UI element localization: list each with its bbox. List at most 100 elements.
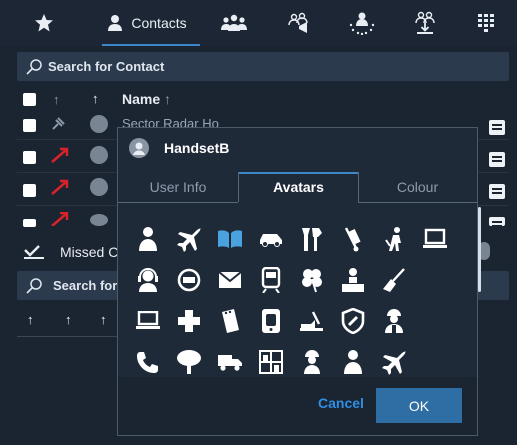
avatar xyxy=(90,214,108,226)
tree-icon xyxy=(177,350,201,374)
avatar xyxy=(90,178,108,196)
sort-up-arrow-icon[interactable]: ↑ xyxy=(100,312,107,327)
avatar-option[interactable] xyxy=(338,265,368,295)
dialog-footer: Cancel OK xyxy=(118,377,477,435)
hardhat-person-icon xyxy=(304,350,320,374)
row-checkbox[interactable] xyxy=(23,119,36,132)
broadcast-icon xyxy=(288,12,308,33)
person-icon xyxy=(139,227,157,251)
avatar-option[interactable] xyxy=(215,265,245,295)
tablet-icon xyxy=(262,309,280,333)
avatar-option[interactable] xyxy=(297,347,327,377)
tab-favorites[interactable] xyxy=(24,0,64,46)
cancel-button[interactable]: Cancel xyxy=(318,395,364,411)
checkmark-icon xyxy=(24,245,44,259)
avatar-option[interactable] xyxy=(133,347,163,377)
missed-call-icon xyxy=(51,147,69,163)
tab-broadcast[interactable] xyxy=(277,0,321,46)
missed-call-icon xyxy=(51,212,69,226)
shelves-icon xyxy=(259,350,283,374)
sort-up-arrow-icon[interactable]: ↑ xyxy=(53,92,60,107)
notepad-icon xyxy=(222,309,239,333)
tab-contacts[interactable]: Contacts xyxy=(90,0,204,46)
avatar-option[interactable] xyxy=(215,306,245,336)
avatar-option[interactable] xyxy=(215,224,245,254)
message-icon[interactable] xyxy=(489,152,505,167)
search-icon xyxy=(26,278,42,294)
groups-icon xyxy=(221,14,247,31)
avatar-option[interactable] xyxy=(379,347,409,377)
name-sort-arrow-icon: ↑ xyxy=(164,91,172,107)
contact-search-input[interactable]: Search for Contact xyxy=(17,52,509,81)
avatar-option[interactable] xyxy=(338,306,368,336)
avatar-option[interactable] xyxy=(256,306,286,336)
person-icon xyxy=(344,350,362,374)
cleaning-icon xyxy=(385,227,401,251)
missed-calls-label: Missed C xyxy=(60,244,119,260)
tab-dialpad[interactable] xyxy=(466,0,506,46)
avatar-option[interactable] xyxy=(297,224,327,254)
avatar-dialog: HandsetB User Info Avatars Colour Cancel… xyxy=(117,127,481,436)
top-tab-bar: Contacts xyxy=(0,0,517,46)
dialpad-icon xyxy=(478,14,494,32)
ok-button[interactable]: OK xyxy=(376,388,462,423)
clover-icon xyxy=(302,269,322,293)
phone-icon xyxy=(137,352,158,373)
avatar-option[interactable] xyxy=(174,265,204,295)
row-checkbox[interactable] xyxy=(23,184,36,197)
missed-call-icon xyxy=(51,179,69,195)
truck-icon xyxy=(218,355,242,371)
avatar-option[interactable] xyxy=(174,224,204,254)
avatar-option[interactable] xyxy=(338,347,368,377)
train-icon xyxy=(261,267,281,293)
missed-search-placeholder: Search for xyxy=(53,278,118,293)
avatar-option[interactable] xyxy=(420,224,450,254)
avatar-option[interactable] xyxy=(133,265,163,295)
select-all-checkbox[interactable] xyxy=(23,93,36,106)
avatar-option[interactable] xyxy=(133,224,163,254)
avatar-option[interactable] xyxy=(297,265,327,295)
person-icon xyxy=(108,15,123,31)
tab-conference[interactable] xyxy=(340,0,384,46)
avatar-option[interactable] xyxy=(174,347,204,377)
message-icon[interactable] xyxy=(489,120,505,135)
sort-up-arrow-icon[interactable]: ↑ xyxy=(92,91,99,106)
avatar-option[interactable] xyxy=(256,265,286,295)
user-avatar-icon xyxy=(129,138,149,158)
avatar-option[interactable] xyxy=(215,347,245,377)
conference-icon xyxy=(349,12,375,35)
avatar-option[interactable] xyxy=(256,347,286,377)
avatar-option[interactable] xyxy=(379,224,409,254)
sort-up-arrow-icon[interactable]: ↑ xyxy=(65,312,72,327)
tab-avatars[interactable]: Avatars xyxy=(238,172,359,202)
row-checkbox[interactable] xyxy=(23,151,36,164)
avatar-option[interactable] xyxy=(338,224,368,254)
avatar-grid-scrollbar[interactable] xyxy=(478,207,481,292)
column-header-name[interactable]: Name ↑ xyxy=(122,91,171,107)
tools-icon xyxy=(302,228,322,251)
car-icon xyxy=(260,234,282,247)
bulldozer-icon xyxy=(300,311,323,331)
tab-user-info[interactable]: User Info xyxy=(118,172,238,202)
message-icon[interactable] xyxy=(489,217,505,226)
divider xyxy=(17,336,117,337)
row-checkbox[interactable] xyxy=(23,219,36,227)
avatar xyxy=(90,146,108,164)
avatar-option[interactable] xyxy=(379,306,409,336)
sort-up-arrow-icon[interactable]: ↑ xyxy=(27,312,34,327)
no-entry-icon xyxy=(177,268,201,292)
tab-groups[interactable] xyxy=(212,0,256,46)
avatar-option[interactable] xyxy=(297,306,327,336)
avatar-option[interactable] xyxy=(133,306,163,336)
avatar-option[interactable] xyxy=(256,224,286,254)
message-icon[interactable] xyxy=(489,184,505,199)
dialog-tabs: User Info Avatars Colour xyxy=(118,172,477,202)
tab-download-group[interactable] xyxy=(403,0,447,46)
tab-colour[interactable]: Colour xyxy=(358,172,477,202)
laptop-icon xyxy=(136,311,160,329)
avatar-option[interactable] xyxy=(174,306,204,336)
search-icon xyxy=(26,58,42,75)
avatar xyxy=(90,115,108,133)
avatar-option[interactable] xyxy=(379,265,409,295)
tab-avatars-label: Avatars xyxy=(273,179,324,195)
